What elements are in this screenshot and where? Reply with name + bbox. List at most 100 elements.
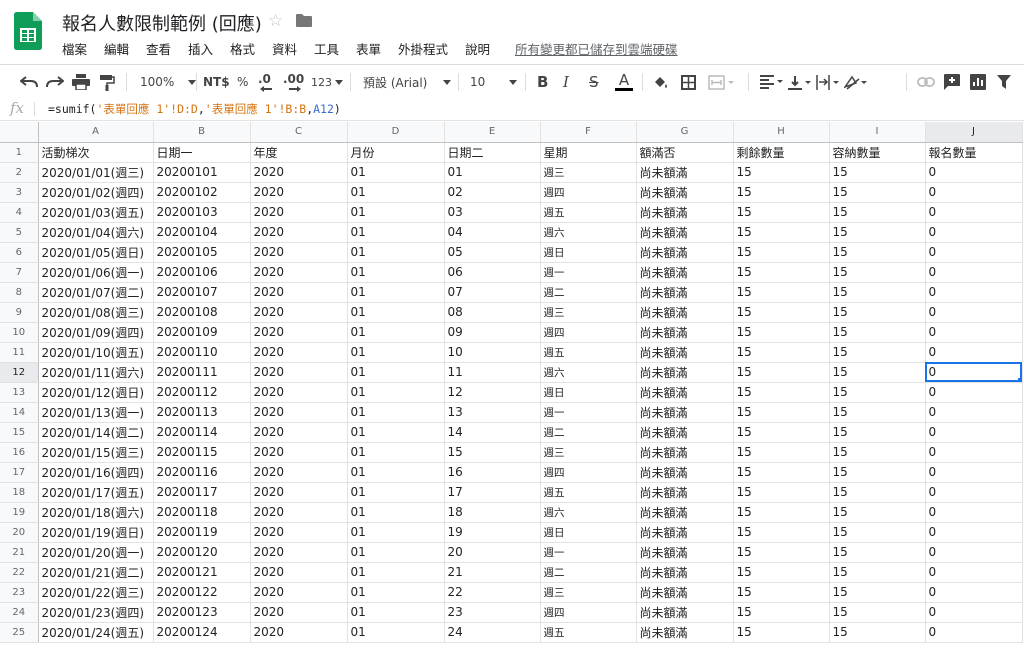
cell-b24[interactable]: 20200123	[153, 602, 251, 623]
cell-d18[interactable]: 01	[347, 482, 445, 503]
cell-b16[interactable]: 20200115	[153, 442, 251, 463]
cell-d10[interactable]: 01	[347, 322, 445, 343]
cell-c14[interactable]: 2020	[250, 402, 348, 423]
cell-a4[interactable]: 2020/01/03(週五)	[38, 202, 154, 223]
cell-a11[interactable]: 2020/01/10(週五)	[38, 342, 154, 363]
text-color-button[interactable]: A	[615, 72, 633, 92]
cell-d23[interactable]: 01	[347, 582, 445, 603]
cell-h22[interactable]: 15	[733, 562, 830, 583]
cell-a14[interactable]: 2020/01/13(週一)	[38, 402, 154, 423]
cell-i16[interactable]: 15	[829, 442, 926, 463]
cell-i18[interactable]: 15	[829, 482, 926, 503]
cell-i12[interactable]: 15	[829, 362, 926, 383]
row-header[interactable]: 3	[0, 182, 39, 203]
cell-g16[interactable]: 尚未額滿	[636, 442, 734, 463]
cell-b4[interactable]: 20200103	[153, 202, 251, 223]
cell-f7[interactable]: 週一	[540, 262, 637, 283]
row-header[interactable]: 14	[0, 402, 39, 423]
cell-b3[interactable]: 20200102	[153, 182, 251, 203]
cell-h25[interactable]: 15	[733, 622, 830, 643]
cell-a5[interactable]: 2020/01/04(週六)	[38, 222, 154, 243]
cell-a2[interactable]: 2020/01/01(週三)	[38, 162, 154, 183]
cell-f24[interactable]: 週四	[540, 602, 637, 623]
row-header[interactable]: 23	[0, 582, 39, 603]
column-header-b[interactable]: B	[153, 122, 251, 143]
row-header[interactable]: 21	[0, 542, 39, 563]
menu-view[interactable]: 查看	[146, 39, 171, 58]
cell-h8[interactable]: 15	[733, 282, 830, 303]
cell-f1[interactable]: 星期	[540, 142, 637, 163]
cell-f4[interactable]: 週五	[540, 202, 637, 223]
cell-i9[interactable]: 15	[829, 302, 926, 323]
cell-a1[interactable]: 活動梯次	[38, 142, 154, 163]
cell-i22[interactable]: 15	[829, 562, 926, 583]
cell-h4[interactable]: 15	[733, 202, 830, 223]
cell-d12[interactable]: 01	[347, 362, 445, 383]
cell-f16[interactable]: 週三	[540, 442, 637, 463]
text-wrapping-button[interactable]	[816, 72, 840, 92]
cell-g10[interactable]: 尚未額滿	[636, 322, 734, 343]
row-header[interactable]: 25	[0, 622, 39, 643]
cell-d6[interactable]: 01	[347, 242, 445, 263]
row-header[interactable]: 9	[0, 302, 39, 323]
menu-form[interactable]: 表單	[356, 39, 381, 58]
menu-edit[interactable]: 編輯	[104, 39, 129, 58]
italic-button[interactable]: I	[563, 72, 569, 92]
cell-g4[interactable]: 尚未額滿	[636, 202, 734, 223]
cell-g3[interactable]: 尚未額滿	[636, 182, 734, 203]
cell-c11[interactable]: 2020	[250, 342, 348, 363]
cell-j22[interactable]: 0	[925, 562, 1023, 583]
text-rotation-button[interactable]	[844, 72, 868, 92]
cell-i25[interactable]: 15	[829, 622, 926, 643]
cell-c7[interactable]: 2020	[250, 262, 348, 283]
cell-f13[interactable]: 週日	[540, 382, 637, 403]
column-header-c[interactable]: C	[250, 122, 348, 143]
cell-c4[interactable]: 2020	[250, 202, 348, 223]
cell-c23[interactable]: 2020	[250, 582, 348, 603]
cell-e5[interactable]: 04	[444, 222, 541, 243]
cell-j7[interactable]: 0	[925, 262, 1023, 283]
cell-b19[interactable]: 20200118	[153, 502, 251, 523]
cell-d1[interactable]: 月份	[347, 142, 445, 163]
cell-g14[interactable]: 尚未額滿	[636, 402, 734, 423]
cell-f2[interactable]: 週三	[540, 162, 637, 183]
cell-g8[interactable]: 尚未額滿	[636, 282, 734, 303]
cell-b23[interactable]: 20200122	[153, 582, 251, 603]
cell-d16[interactable]: 01	[347, 442, 445, 463]
cell-i15[interactable]: 15	[829, 422, 926, 443]
menu-help[interactable]: 說明	[465, 39, 490, 58]
cell-g22[interactable]: 尚未額滿	[636, 562, 734, 583]
cell-h15[interactable]: 15	[733, 422, 830, 443]
cell-g6[interactable]: 尚未額滿	[636, 242, 734, 263]
cell-c22[interactable]: 2020	[250, 562, 348, 583]
borders-button[interactable]	[681, 72, 696, 92]
menu-insert[interactable]: 插入	[188, 39, 213, 58]
cell-f21[interactable]: 週一	[540, 542, 637, 563]
cell-h16[interactable]: 15	[733, 442, 830, 463]
fill-color-button[interactable]	[653, 72, 669, 92]
cell-h24[interactable]: 15	[733, 602, 830, 623]
cell-g20[interactable]: 尚未額滿	[636, 522, 734, 543]
row-header[interactable]: 15	[0, 422, 39, 443]
cell-b22[interactable]: 20200121	[153, 562, 251, 583]
cell-f3[interactable]: 週四	[540, 182, 637, 203]
cell-d22[interactable]: 01	[347, 562, 445, 583]
increase-decimals-button[interactable]: .00	[283, 72, 304, 92]
cell-d8[interactable]: 01	[347, 282, 445, 303]
cell-e13[interactable]: 12	[444, 382, 541, 403]
cell-a3[interactable]: 2020/01/02(週四)	[38, 182, 154, 203]
cell-f12[interactable]: 週六	[540, 362, 637, 383]
cell-i24[interactable]: 15	[829, 602, 926, 623]
undo-button[interactable]	[20, 72, 38, 92]
row-header[interactable]: 16	[0, 442, 39, 463]
cell-a21[interactable]: 2020/01/20(週一)	[38, 542, 154, 563]
row-header[interactable]: 22	[0, 562, 39, 583]
cell-c15[interactable]: 2020	[250, 422, 348, 443]
cell-c2[interactable]: 2020	[250, 162, 348, 183]
cell-d14[interactable]: 01	[347, 402, 445, 423]
cell-i4[interactable]: 15	[829, 202, 926, 223]
row-header[interactable]: 19	[0, 502, 39, 523]
menu-tools[interactable]: 工具	[314, 39, 339, 58]
cell-f23[interactable]: 週三	[540, 582, 637, 603]
cell-g18[interactable]: 尚未額滿	[636, 482, 734, 503]
